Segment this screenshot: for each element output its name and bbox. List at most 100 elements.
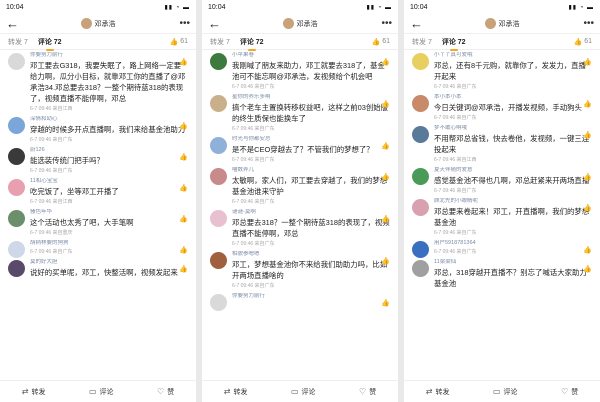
comment-like-icon[interactable]: 👍	[583, 246, 592, 254]
back-arrow-icon[interactable]: ←	[410, 14, 426, 34]
comment-item[interactable]: 星你的养乐多啊 搞个老车主置换转移权益吧，这样之前03创始版的终生质保也能换车了 6…	[202, 92, 398, 134]
comment-item[interactable]: 喵数弄儿 太敏啊，家人们，邓工要去穿越了，我们的梦想基金池谁来守护 6-7 09:4…	[202, 165, 398, 207]
commenter-name[interactable]: 喵数弄儿	[232, 167, 390, 174]
likes-count[interactable]: 👍 61	[371, 38, 390, 46]
comment-item[interactable]: 骚色年华 这个活动也太秀了吧，大手笔啊 6-7 09:46 来自重庆 👍	[0, 207, 196, 238]
header-user[interactable]: 邓承浩	[426, 18, 578, 29]
like-button[interactable]: ♡ 赞	[359, 387, 376, 397]
commenter-avatar[interactable]	[412, 260, 429, 277]
comment-item[interactable]: 11梁梁仙 邓总，318穿越开直播不？别忘了喊话大家助力基金池 👍	[404, 257, 600, 299]
commenter-name[interactable]: 小苹果卷	[232, 52, 390, 59]
comment-item[interactable]: 顾北先的小眼睛呢 邓总要来卷起来！邓工，开直播啊，我们的梦想基金池 6-7 09:4…	[404, 196, 600, 238]
commenter-name[interactable]: 相貌参嗯嗯	[232, 251, 390, 258]
commenter-avatar[interactable]	[8, 210, 25, 227]
commenter-name[interactable]: 夏天伴随的爱意	[434, 167, 592, 174]
commenter-name[interactable]: 蔚126	[30, 147, 188, 154]
comment-item[interactable]: 蔚126 能选装传统门把手吗？ 6-7 09:46 来自广东 👍	[0, 145, 196, 176]
comment-like-icon[interactable]: 👍	[179, 153, 188, 161]
comment-item[interactable]: 梦不敢心啊哦 不用帮邓总省钱，快去卷他，发视频，一键三连投起来 6-7 09:46 …	[404, 123, 600, 165]
likes-count[interactable]: 👍 61	[169, 38, 188, 46]
comment-button[interactable]: ▭ 评论	[291, 387, 316, 397]
more-options-icon[interactable]: •••	[376, 18, 392, 29]
commenter-name[interactable]: 深情和幼心	[30, 116, 188, 123]
comment-item[interactable]: 用户5918781364 6-7 09:46 来自广东 👍	[404, 238, 600, 258]
commenter-avatar[interactable]	[8, 260, 25, 277]
like-button[interactable]: ♡ 赞	[157, 387, 174, 397]
comment-button[interactable]: ▭ 评论	[89, 387, 114, 397]
tab-comment[interactable]: 评论 72	[38, 37, 62, 51]
commenter-avatar[interactable]	[210, 53, 227, 70]
comment-item[interactable]: 本小本小本 今日关键词@邓承浩，开播发视频，手动狗头 6-7 09:46 来自广东 👍	[404, 92, 600, 123]
comment-like-icon[interactable]: 👍	[583, 58, 592, 66]
commenter-avatar[interactable]	[412, 241, 429, 258]
comment-item[interactable]: 小丫丫真可爱哦 邓总，还有8千元购，就靠你了，发发力，直播开起来 6-7 09:46…	[404, 50, 600, 92]
comment-item[interactable]: 胡柄林要的狗狗 6-7 09:46 来自广东 👍	[0, 238, 196, 258]
comment-like-icon[interactable]: 👍	[381, 257, 390, 265]
commenter-name[interactable]: 莫的好大胆	[30, 259, 188, 266]
commenter-name[interactable]: 本小本小本	[434, 94, 592, 101]
comment-item[interactable]: 相貌参嗯嗯 邓工，梦想基金池你不来给我们助助力吗，比如开两场直播啥的 6-7 09:…	[202, 249, 398, 291]
commenter-name[interactable]: 11和心宝宝	[30, 178, 188, 185]
repost-button[interactable]: ⇄ 转发	[22, 387, 46, 397]
like-button[interactable]: ♡ 赞	[561, 387, 578, 397]
tab-repost[interactable]: 转发 7	[210, 37, 230, 47]
commenter-avatar[interactable]	[412, 126, 429, 143]
commenter-avatar[interactable]	[412, 95, 429, 112]
comment-item[interactable]: 小苹果卷 我刚喊了朋友来助力，邓工就要去318了，基金池可不能忘啊@邓承浩，发视频…	[202, 50, 398, 92]
commenter-avatar[interactable]	[210, 137, 227, 154]
back-arrow-icon[interactable]: ←	[208, 14, 224, 34]
comment-item[interactable]: 你要努力前行 👍	[202, 291, 398, 311]
commenter-avatar[interactable]	[8, 241, 25, 258]
comment-like-icon[interactable]: 👍	[179, 265, 188, 273]
comment-item[interactable]: 莫的好大胆 说好的买单呢，邓工，快整活啊，视频发起来 👍	[0, 257, 196, 288]
comment-like-icon[interactable]: 👍	[583, 131, 592, 139]
commenter-avatar[interactable]	[412, 53, 429, 70]
commenter-avatar[interactable]	[210, 168, 227, 185]
comment-button[interactable]: ▭ 评论	[493, 387, 518, 397]
commenter-avatar[interactable]	[8, 179, 25, 196]
tab-comment[interactable]: 评论 72	[240, 37, 264, 51]
comment-like-icon[interactable]: 👍	[179, 246, 188, 254]
repost-button[interactable]: ⇄ 转发	[426, 387, 450, 397]
commenter-avatar[interactable]	[8, 53, 25, 70]
tab-comment[interactable]: 评论 72	[442, 37, 466, 51]
comment-like-icon[interactable]: 👍	[179, 215, 188, 223]
comment-like-icon[interactable]: 👍	[381, 299, 390, 307]
tab-repost[interactable]: 转发 7	[8, 37, 28, 47]
comment-item[interactable]: 深情和幼心 穿越的时候多开点直播啊，我们来给基金池助力 6-7 09:46 来自广东…	[0, 114, 196, 145]
commenter-avatar[interactable]	[210, 95, 227, 112]
comment-like-icon[interactable]: 👍	[583, 204, 592, 212]
commenter-avatar[interactable]	[210, 210, 227, 227]
commenter-name[interactable]: 你要努力前行	[30, 52, 188, 59]
comment-like-icon[interactable]: 👍	[381, 58, 390, 66]
commenter-name[interactable]: 顾北先的小眼睛呢	[434, 198, 592, 205]
repost-button[interactable]: ⇄ 转发	[224, 387, 248, 397]
comment-like-icon[interactable]: 👍	[583, 265, 592, 273]
comment-like-icon[interactable]: 👍	[179, 58, 188, 66]
commenter-name[interactable]: 谜谜-莫啊	[232, 209, 390, 216]
commenter-name[interactable]: 星你的养乐多啊	[232, 94, 390, 101]
comment-like-icon[interactable]: 👍	[381, 173, 390, 181]
back-arrow-icon[interactable]: ←	[6, 14, 22, 34]
likes-count[interactable]: 👍 61	[573, 38, 592, 46]
commenter-avatar[interactable]	[412, 168, 429, 185]
commenter-name[interactable]: 骚色年华	[30, 209, 188, 216]
tab-repost[interactable]: 转发 7	[412, 37, 432, 47]
comment-like-icon[interactable]: 👍	[381, 100, 390, 108]
commenter-name[interactable]: 小丫丫真可爱哦	[434, 52, 592, 59]
commenter-avatar[interactable]	[8, 148, 25, 165]
comment-like-icon[interactable]: 👍	[179, 184, 188, 192]
comment-item[interactable]: 你要努力前行 邓工要去G318，我要失眠了，路上网络一定要给力啊，瓜分小目标，就靠…	[0, 50, 196, 114]
commenter-avatar[interactable]	[8, 117, 25, 134]
comment-like-icon[interactable]: 👍	[381, 215, 390, 223]
commenter-avatar[interactable]	[210, 294, 227, 311]
commenter-name[interactable]: 时光与你都安总	[232, 136, 390, 143]
more-options-icon[interactable]: •••	[174, 18, 190, 29]
commenter-avatar[interactable]	[412, 199, 429, 216]
commenter-name[interactable]: 11梁梁仙	[434, 259, 592, 266]
commenter-avatar[interactable]	[210, 252, 227, 269]
header-user[interactable]: 邓承浩	[22, 18, 174, 29]
comment-like-icon[interactable]: 👍	[583, 100, 592, 108]
header-user[interactable]: 邓承浩	[224, 18, 376, 29]
comment-item[interactable]: 时光与你都安总 是不是CEO穿越去了？不管我们的梦想了？ 6-7 09:46 来自广…	[202, 134, 398, 165]
